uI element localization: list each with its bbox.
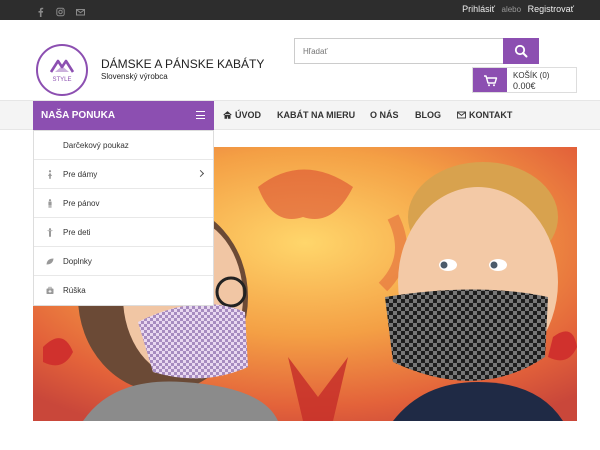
menu-item-men[interactable]: Pre pánov bbox=[34, 189, 213, 218]
site-header: STYLE DÁMSKE A PÁNSKE KABÁTY Slovenský v… bbox=[0, 20, 600, 100]
nav-blog[interactable]: BLOG bbox=[415, 110, 441, 120]
man-icon bbox=[46, 199, 54, 208]
top-bar: Prihlásiť alebo Registrovať bbox=[0, 0, 600, 20]
facebook-icon[interactable] bbox=[36, 4, 45, 17]
cart-widget[interactable]: KOŠÍK (0) 0.00€ bbox=[472, 67, 577, 93]
envelope-icon bbox=[457, 111, 466, 119]
register-link[interactable]: Registrovať bbox=[528, 4, 574, 14]
menu-item-women[interactable]: Pre dámy bbox=[34, 160, 213, 189]
instagram-icon[interactable] bbox=[56, 4, 65, 17]
auth-links: Prihlásiť alebo Registrovať bbox=[462, 4, 574, 14]
menu-item-kids[interactable]: Pre deti bbox=[34, 218, 213, 247]
search-button[interactable] bbox=[503, 38, 539, 64]
site-logo[interactable]: STYLE bbox=[36, 44, 88, 96]
menu-item-accessories[interactable]: Doplnky bbox=[34, 247, 213, 276]
nav-about[interactable]: O NÁS bbox=[370, 110, 399, 120]
search-input[interactable] bbox=[294, 38, 504, 64]
our-offer-menu-button[interactable]: NAŠA PONUKA bbox=[33, 101, 214, 130]
leaf-icon bbox=[46, 257, 54, 266]
offer-dropdown-menu: Darčekový poukaz Pre dámy Pre pánov Pre … bbox=[33, 130, 214, 306]
main-navbar: NAŠA PONUKA ÚVOD KABÁT NA MIERU O NÁS BL… bbox=[0, 100, 600, 130]
social-links bbox=[36, 4, 85, 17]
menu-item-face-masks[interactable]: Rúška bbox=[34, 276, 213, 305]
login-link[interactable]: Prihlásiť bbox=[462, 4, 495, 14]
or-label: alebo bbox=[501, 5, 522, 14]
cart-icon bbox=[473, 68, 507, 92]
woman-icon bbox=[46, 170, 54, 179]
search-icon bbox=[514, 44, 528, 58]
brand-subtitle: Slovenský výrobca bbox=[101, 72, 168, 81]
nav-home[interactable]: ÚVOD bbox=[223, 110, 261, 120]
our-offer-label: NAŠA PONUKA bbox=[41, 110, 116, 121]
child-icon bbox=[46, 228, 54, 237]
cart-label: KOŠÍK (0) bbox=[513, 71, 550, 80]
chevron-right-icon bbox=[196, 169, 205, 178]
medical-kit-icon bbox=[46, 286, 54, 295]
brand-title: DÁMSKE A PÁNSKE KABÁTY bbox=[101, 57, 265, 71]
menu-item-gift-voucher[interactable]: Darčekový poukaz bbox=[34, 131, 213, 160]
home-icon bbox=[223, 111, 232, 119]
email-icon[interactable] bbox=[76, 4, 85, 16]
hamburger-icon bbox=[196, 111, 205, 119]
nav-contact[interactable]: KONTAKT bbox=[457, 110, 512, 120]
nav-custom-coat[interactable]: KABÁT NA MIERU bbox=[277, 110, 355, 120]
cart-price: 0.00€ bbox=[513, 81, 536, 91]
logo-text: STYLE bbox=[52, 77, 71, 83]
